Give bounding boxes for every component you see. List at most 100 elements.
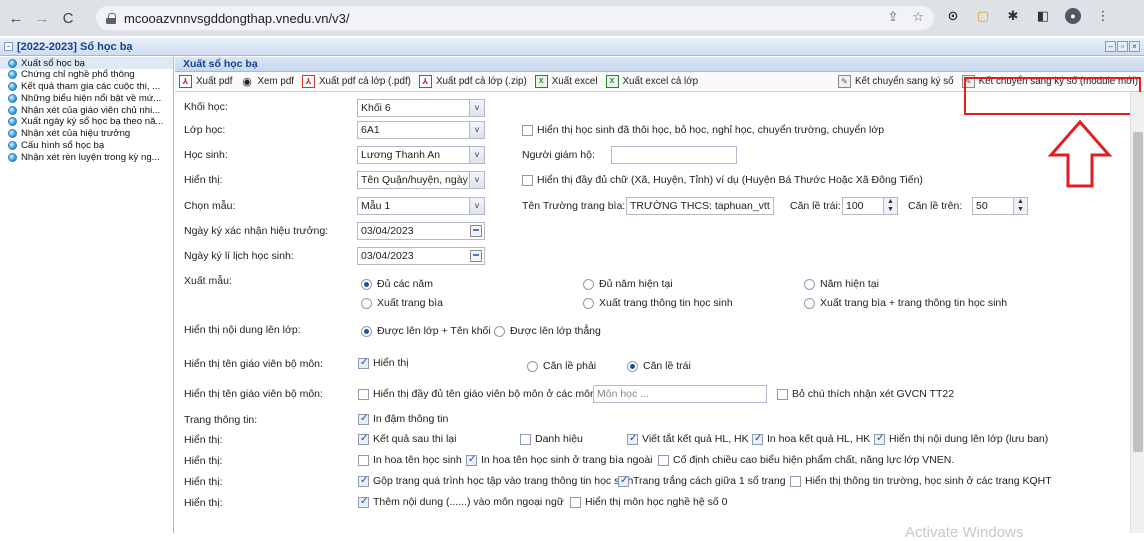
extension-icon[interactable]: ⊙: [945, 8, 961, 24]
full-name-checkbox[interactable]: Hiển thị đầy đủ chữ (Xã, Huyện, Tỉnh) ví…: [522, 174, 923, 186]
checkbox-box[interactable]: [358, 454, 369, 466]
sidebar-item-xuat-ngay-ky[interactable]: Xuất ngày ký sổ học bạ theo nă...: [0, 116, 173, 127]
mon-nghe-checkbox[interactable]: Hiển thị môn học nghề hệ số 0: [570, 496, 727, 508]
maximize-icon[interactable]: ▫: [1117, 41, 1128, 52]
ngayky-date-input[interactable]: 03/04/2023: [357, 222, 485, 240]
radio-lenlop-khoi[interactable]: Được lên lớp + Tên khối: [361, 325, 491, 337]
spinner-icon[interactable]: ▲ ▼: [1013, 198, 1027, 214]
xuat-excel-ca-lop-button[interactable]: X Xuất excel cả lớp: [602, 74, 703, 90]
ket-chuyen-ky-so-module-moi-button[interactable]: ✎ Kết chuyển sang ký số (module mới): [958, 74, 1144, 90]
radio-dot[interactable]: [361, 297, 372, 309]
trang-trang-checkbox[interactable]: Trang trắng cách giữa 1 sổ trang: [618, 475, 786, 487]
collapse-icon[interactable]: -: [4, 42, 13, 51]
in-hoa-kq-checkbox[interactable]: In hoa kết quả HL, HK: [752, 433, 870, 445]
checkbox-box[interactable]: [790, 475, 801, 487]
xuat-pdf-ca-lop-button[interactable]: ⅄ Xuất pdf cả lớp (.pdf): [298, 74, 415, 90]
radio-dot[interactable]: [583, 297, 594, 309]
minimize-icon[interactable]: –: [1105, 41, 1116, 52]
sidebar-item-cau-hinh[interactable]: Cấu hình sổ học bạ: [0, 140, 173, 151]
in-dam-checkbox[interactable]: In đậm thông tin: [358, 413, 448, 425]
browser-menu-icon[interactable]: ⋮: [1095, 8, 1111, 24]
co-dinh-checkbox[interactable]: Cố định chiều cao biểu hiện phẩm chất, n…: [658, 454, 954, 466]
xuat-pdf-button[interactable]: ⅄ Xuất pdf: [175, 74, 237, 90]
sidebar-item-bieu-hien[interactable]: Những biểu hiện nổi bật về mứ...: [0, 93, 173, 104]
them-nd-checkbox[interactable]: Thêm nội dung (......) vào môn ngoại ngữ: [358, 496, 564, 508]
tt-truong-checkbox[interactable]: Hiển thị thông tin trường, học sinh ở cá…: [790, 475, 1052, 487]
radio-trang-bia[interactable]: Xuất trang bìa: [361, 297, 443, 309]
in-hoa-bia-checkbox[interactable]: In hoa tên học sinh ở trang bìa ngoài: [466, 454, 653, 466]
lop-select[interactable]: 6A1 ˅: [357, 121, 485, 139]
show-left-checkbox[interactable]: Hiển thị học sinh đã thôi học, bỏ học, n…: [522, 124, 884, 136]
checkbox-box[interactable]: [358, 475, 369, 487]
canletren-input[interactable]: 50 ▲ ▼: [972, 197, 1028, 215]
radio-lenlop-thang[interactable]: Được lên lớp thẳng: [494, 325, 601, 337]
checkbox-box[interactable]: [522, 124, 533, 136]
xem-pdf-button[interactable]: ◉ Xem pdf: [237, 74, 299, 90]
sidebar-item-ren-luyen[interactable]: Nhận xét rèn luyện trong kỳ ng...: [0, 152, 173, 163]
checkbox-box[interactable]: [752, 433, 763, 445]
radio-can-le-trai[interactable]: Căn lề trái: [627, 360, 691, 372]
radio-dot[interactable]: [527, 360, 538, 372]
sidepanel-icon[interactable]: ◧: [1035, 8, 1051, 24]
checkbox-box[interactable]: [777, 388, 788, 400]
danh-hieu-checkbox[interactable]: Danh hiệu: [520, 433, 583, 445]
radio-trang-thong-tin[interactable]: Xuất trang thông tin học sinh: [583, 297, 733, 309]
khoi-select[interactable]: Khối 6 ˅: [357, 99, 485, 117]
address-bar[interactable]: mcooazvnnvsgddongthap.vnedu.vn/v3/ ⇪ ☆: [96, 6, 934, 30]
checkbox-box[interactable]: [520, 433, 531, 445]
radio-dot[interactable]: [361, 278, 372, 290]
bookmark-star-icon[interactable]: ☆: [912, 9, 924, 25]
radio-dot[interactable]: [361, 325, 372, 337]
sidebar-item-nhan-xet-gvcn[interactable]: Nhận xét của giáo viên chủ nhi...: [0, 105, 173, 116]
bo-chu-thich-checkbox[interactable]: Bỏ chú thích nhận xét GVCN TT22: [777, 388, 954, 400]
checkbox-box[interactable]: [522, 174, 533, 186]
close-icon[interactable]: ×: [1129, 41, 1140, 52]
reload-icon[interactable]: C: [58, 8, 78, 28]
checkbox-box[interactable]: [570, 496, 581, 508]
sidebar-item-ket-qua-cuoc-thi[interactable]: Kết quả tham gia các cuộc thi, ...: [0, 81, 173, 92]
checkbox-box[interactable]: [466, 454, 477, 466]
full-gv-checkbox[interactable]: Hiển thị đầy đủ tên giáo viên bộ môn ở c…: [358, 388, 596, 400]
checkbox-box[interactable]: [618, 475, 629, 487]
checkbox-box[interactable]: [358, 433, 369, 445]
share-icon[interactable]: ⇪: [887, 9, 898, 25]
mau-select[interactable]: Mẫu 1 ˅: [357, 197, 485, 215]
tentruong-input[interactable]: TRƯỜNG THCS: taphuan_vtt: [626, 197, 774, 215]
checkbox-box[interactable]: [658, 454, 669, 466]
viet-tat-checkbox[interactable]: Viết tắt kết quả HL, HK: [627, 433, 749, 445]
profile-avatar-icon[interactable]: ●: [1065, 8, 1081, 24]
nd-lenlop-checkbox[interactable]: Hiển thị nội dung lên lớp (lưu ban): [874, 433, 1048, 445]
hienthi-select[interactable]: Tên Quận/huyện, ngày ˅: [357, 171, 485, 189]
radio-dot[interactable]: [627, 360, 638, 372]
radio-dot[interactable]: [494, 325, 505, 337]
in-hoa-ten-checkbox[interactable]: In hoa tên học sinh: [358, 454, 462, 466]
sidebar-item-nhan-xet-ht[interactable]: Nhận xét của hiệu trưởng: [0, 128, 173, 139]
radio-dot[interactable]: [804, 278, 815, 290]
radio-dot[interactable]: [804, 297, 815, 309]
gop-trang-checkbox[interactable]: Gộp trang quá trình học tập vào trang th…: [358, 475, 633, 487]
kq-thi-lai-checkbox[interactable]: Kết quả sau thi lại: [358, 433, 456, 445]
hocsinh-select[interactable]: Lương Thanh An ˅: [357, 146, 485, 164]
checkbox-box[interactable]: [874, 433, 885, 445]
canletrai-input[interactable]: 100 ▲ ▼: [842, 197, 898, 215]
checkbox-box[interactable]: [358, 357, 369, 369]
radio-du-nam-hien-tai[interactable]: Đủ năm hiện tại: [583, 278, 673, 290]
sidebar-item-xuat-so-hoc-ba[interactable]: Xuất sổ học bạ: [0, 57, 173, 69]
calendar-icon[interactable]: [470, 250, 482, 262]
vertical-scrollbar[interactable]: [1130, 92, 1144, 533]
radio-nam-hien-tai[interactable]: Năm hiện tại: [804, 278, 879, 290]
ngaylich-date-input[interactable]: 03/04/2023: [357, 247, 485, 265]
checkbox-box[interactable]: [627, 433, 638, 445]
radio-bia-thong-tin[interactable]: Xuất trang bìa + trang thông tin học sin…: [804, 297, 1007, 309]
spinner-icon[interactable]: ▲ ▼: [883, 198, 897, 214]
radio-du-cac-nam[interactable]: Đủ các năm: [361, 278, 433, 290]
checkbox-box[interactable]: [358, 496, 369, 508]
forward-icon[interactable]: →: [32, 8, 52, 28]
sidebar-item-chung-chi[interactable]: Chứng chỉ nghề phổ thông: [0, 69, 173, 80]
mon-hoc-input[interactable]: Môn học ...: [593, 385, 767, 403]
xuat-pdf-zip-button[interactable]: ⅄ Xuất pdf cả lớp (.zip): [415, 74, 531, 90]
xuat-excel-button[interactable]: X Xuất excel: [531, 74, 602, 90]
giamho-input[interactable]: [611, 146, 737, 164]
extensions-puzzle-icon[interactable]: ✱: [1005, 8, 1021, 24]
checkbox-box[interactable]: [358, 388, 369, 400]
